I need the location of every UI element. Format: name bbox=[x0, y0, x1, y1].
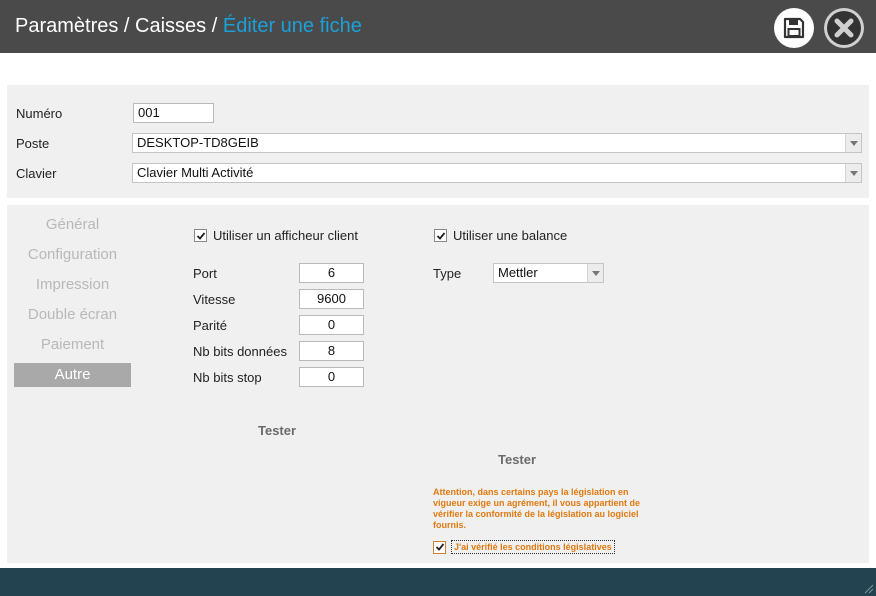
afficheur-client-label: Utiliser un afficheur client bbox=[213, 228, 358, 243]
poste-label: Poste bbox=[16, 136, 50, 151]
close-button[interactable] bbox=[824, 8, 864, 48]
type-select[interactable]: Mettler bbox=[493, 263, 604, 283]
nav-item-general[interactable]: Général bbox=[14, 213, 131, 237]
breadcrumb-current: Éditer une fiche bbox=[222, 15, 362, 37]
chevron-down-icon[interactable] bbox=[845, 134, 861, 152]
clavier-select[interactable]: Clavier Multi Activité bbox=[132, 163, 862, 183]
nav-item-configuration[interactable]: Configuration bbox=[14, 243, 131, 267]
footer-bar bbox=[0, 568, 876, 596]
checkmark-icon bbox=[436, 231, 445, 240]
balance-label: Utiliser une balance bbox=[453, 228, 568, 243]
checkbox-box[interactable] bbox=[434, 229, 447, 242]
floppy-disk-icon bbox=[783, 17, 805, 39]
nb-bits-stop-label: Nb bits stop bbox=[193, 370, 262, 385]
title-bar: Paramètres / Caisses / Éditer une fiche bbox=[0, 0, 876, 53]
checkmark-icon bbox=[196, 231, 205, 240]
clavier-label: Clavier bbox=[16, 166, 57, 181]
poste-value: DESKTOP-TD8GEIB bbox=[137, 135, 259, 150]
nav-item-impression[interactable]: Impression bbox=[14, 273, 131, 297]
chevron-down-icon[interactable] bbox=[587, 264, 603, 282]
legislation-warning: Attention, dans certains pays la législa… bbox=[433, 487, 641, 530]
breadcrumb-separator: / bbox=[118, 15, 136, 37]
breadcrumb-parametres[interactable]: Paramètres bbox=[15, 15, 118, 37]
checkbox-box[interactable] bbox=[194, 229, 207, 242]
resize-grip-icon[interactable] bbox=[862, 582, 874, 594]
checkbox-box[interactable] bbox=[433, 540, 446, 554]
nb-bits-donnees-label: Nb bits données bbox=[193, 344, 287, 359]
save-button[interactable] bbox=[774, 8, 814, 48]
legal-conditions-label: J'ai vérifié les conditions législatives bbox=[451, 540, 615, 554]
port-label: Port bbox=[193, 266, 217, 281]
afficheur-client-checkbox[interactable]: Utiliser un afficheur client bbox=[194, 228, 358, 243]
clavier-value: Clavier Multi Activité bbox=[137, 165, 254, 180]
tester-balance-button[interactable]: Tester bbox=[498, 452, 536, 467]
poste-select[interactable]: DESKTOP-TD8GEIB bbox=[132, 133, 862, 153]
breadcrumb: Paramètres / Caisses / Éditer une fiche bbox=[15, 15, 362, 38]
parite-label: Parité bbox=[193, 318, 227, 333]
close-x-icon bbox=[827, 11, 861, 45]
vitesse-label: Vitesse bbox=[193, 292, 236, 307]
checkmark-icon bbox=[435, 543, 444, 551]
nb-bits-donnees-input[interactable]: 8 bbox=[299, 341, 364, 361]
parite-input[interactable]: 0 bbox=[299, 315, 364, 335]
numero-input[interactable]: 001 bbox=[133, 103, 214, 123]
legal-conditions-checkbox[interactable]: J'ai vérifié les conditions législatives bbox=[433, 540, 615, 554]
nb-bits-stop-input[interactable]: 0 bbox=[299, 367, 364, 387]
balance-checkbox[interactable]: Utiliser une balance bbox=[434, 228, 567, 243]
numero-label: Numéro bbox=[16, 106, 63, 121]
type-label: Type bbox=[433, 266, 462, 281]
type-value: Mettler bbox=[498, 265, 538, 280]
port-input[interactable]: 6 bbox=[299, 263, 364, 283]
breadcrumb-caisses[interactable]: Caisses bbox=[135, 15, 206, 37]
tester-afficheur-button[interactable]: Tester bbox=[258, 423, 296, 438]
breadcrumb-separator: / bbox=[206, 15, 223, 37]
nav-item-paiement[interactable]: Paiement bbox=[14, 333, 131, 357]
nav-item-double-ecran[interactable]: Double écran bbox=[14, 303, 131, 327]
vitesse-input[interactable]: 9600 bbox=[299, 289, 364, 309]
nav-item-autre[interactable]: Autre bbox=[14, 363, 131, 387]
chevron-down-icon[interactable] bbox=[845, 164, 861, 182]
